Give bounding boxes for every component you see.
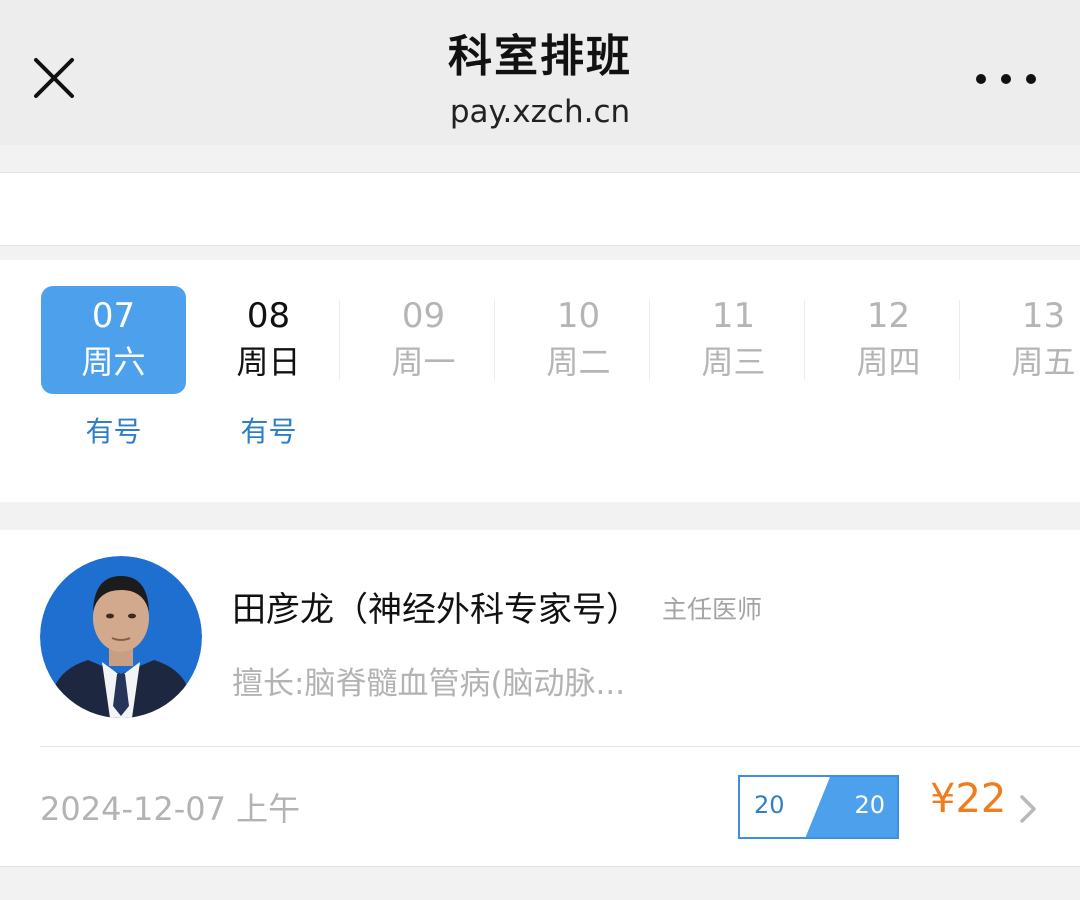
separator (339, 300, 340, 380)
date-weekday: 周三 (701, 343, 766, 381)
doctor-name: 田彦龙（神经外科专家号） (232, 590, 640, 630)
quota-remaining: 20 (754, 791, 785, 819)
quota-total: 20 (854, 791, 885, 819)
doctor-specialty: 擅长:脑脊髓血管病(脑动脉... (232, 666, 626, 702)
date-number: 08 (246, 296, 291, 336)
doctor-avatar[interactable] (40, 556, 202, 718)
date-weekday: 周日 (236, 343, 301, 381)
availability-label: 有号 (240, 415, 297, 448)
date-number: 11 (711, 296, 756, 336)
more-dots-icon (976, 74, 986, 84)
date-number: 12 (866, 296, 911, 336)
date-number: 13 (1021, 296, 1066, 336)
date-weekday: 周五 (1011, 343, 1076, 381)
bottom-area (0, 866, 1080, 900)
date-tab-10[interactable]: 10 周二 (506, 286, 651, 394)
date-weekday: 周四 (856, 343, 921, 381)
separator (804, 300, 805, 380)
separator (649, 300, 650, 380)
more-button[interactable] (976, 66, 1036, 92)
date-number: 07 (91, 296, 136, 336)
price-label[interactable]: ¥22 (930, 776, 1006, 822)
top-bar: 科室排班 pay.xzch.cn (0, 0, 1080, 145)
date-tab-09[interactable]: 09 周一 (351, 286, 496, 394)
separator (959, 300, 960, 380)
date-weekday: 周二 (546, 343, 611, 381)
date-tab-11[interactable]: 11 周三 (661, 286, 806, 394)
page-domain: pay.xzch.cn (449, 94, 631, 130)
doctor-photo (40, 556, 202, 718)
date-tab-08[interactable]: 08 周日 (196, 286, 341, 394)
date-weekday: 周一 (391, 343, 456, 381)
date-weekday: 周六 (81, 343, 146, 381)
chevron-right-icon[interactable] (1016, 792, 1040, 826)
date-number: 09 (401, 296, 446, 336)
doctor-card[interactable]: 田彦龙（神经外科专家号） 主任医师 擅长:脑脊髓血管病(脑动脉... 2024-… (0, 530, 1080, 866)
date-number: 10 (556, 296, 601, 336)
date-tab-07[interactable]: 07 周六 (41, 286, 186, 394)
date-tab-12[interactable]: 12 周四 (816, 286, 961, 394)
availability-label: 有号 (85, 415, 142, 448)
quota-badge[interactable]: 20 20 (738, 775, 899, 839)
separator (494, 300, 495, 380)
date-tab-13[interactable]: 13 周五 (971, 286, 1080, 394)
divider (40, 746, 1080, 747)
date-strip[interactable]: 07 周六 有号 08 周日 有号 09 周一 10 周二 11 周三 12 周… (0, 260, 1080, 502)
page-title: 科室排班 (448, 31, 632, 82)
slot-date: 2024-12-07 上午 (40, 790, 301, 828)
doctor-title: 主任医师 (662, 595, 763, 624)
blank-bar (0, 172, 1080, 246)
